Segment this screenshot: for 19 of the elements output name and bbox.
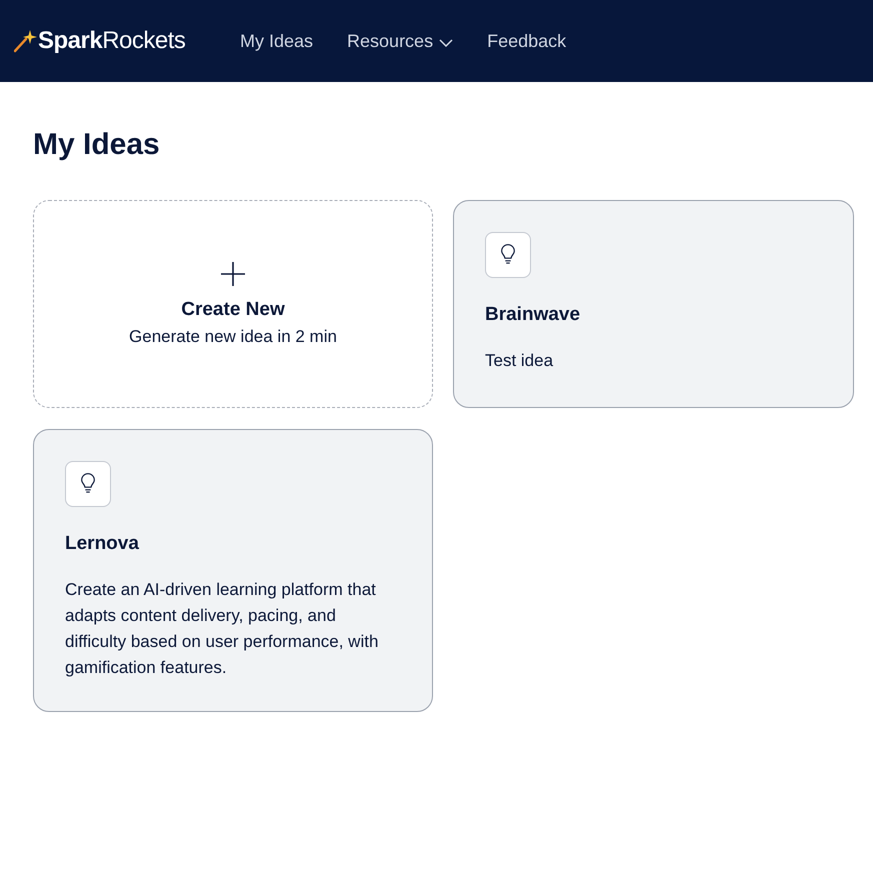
card-subtitle: Generate new idea in 2 min: [129, 327, 337, 347]
idea-title: Lernova: [65, 533, 140, 555]
idea-title: Brainwave: [485, 304, 582, 326]
idea-card[interactable]: Lernova Create an AI-driven learning platform that adapts content delivery, pacing, and difficulty based on user performance, with gamification features.: [33, 429, 433, 712]
create-new-card[interactable]: Create New Generate new idea in 2 min: [33, 200, 433, 408]
idea-description: Test idea: [485, 350, 554, 372]
page-title: My Ideas: [33, 128, 161, 162]
lightbulb-icon: [65, 461, 111, 507]
rocket-star-icon: [14, 29, 38, 53]
plus-icon: [220, 261, 246, 287]
idea-description: Create an AI-driven learning platform that adapts content delivery, pacing, and difficulty based on user performance, with gamification features.: [65, 579, 380, 679]
nav-link[interactable]: Resources: [347, 30, 454, 52]
card-title: Create New: [181, 299, 285, 321]
chevron-down-icon: [439, 39, 454, 47]
nav-link[interactable]: My Ideas: [240, 30, 314, 52]
idea-card[interactable]: Brainwave Test idea: [453, 200, 854, 408]
nav-link[interactable]: Feedback: [487, 30, 566, 52]
lightbulb-icon: [485, 232, 531, 278]
logo[interactable]: SparkRockets: [14, 27, 224, 55]
